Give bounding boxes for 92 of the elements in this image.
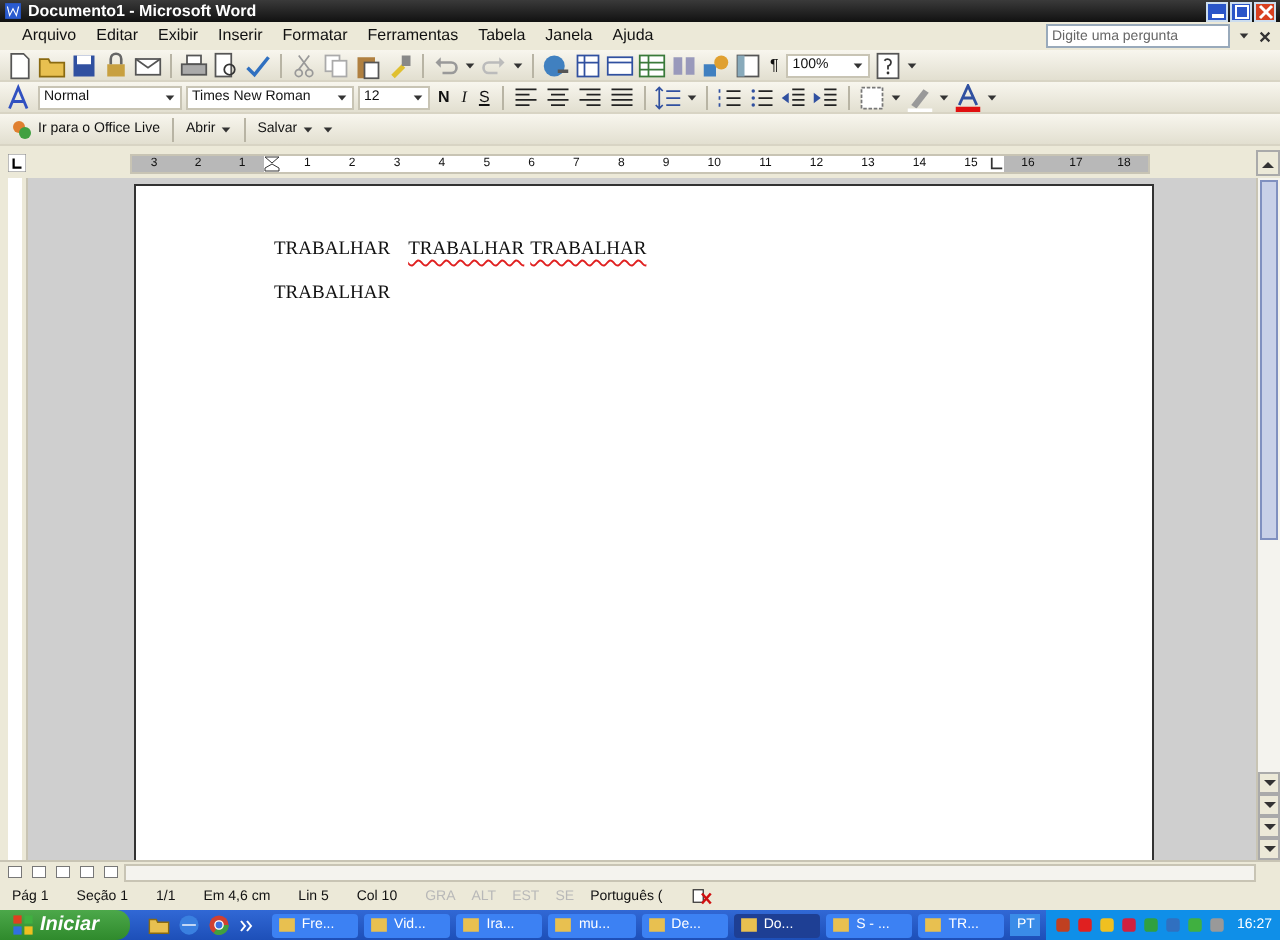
menu-item[interactable]: Ajuda (602, 24, 664, 48)
table-borders-icon[interactable] (574, 51, 602, 79)
menu-item[interactable]: Inserir (208, 24, 273, 48)
printer-icon[interactable] (180, 51, 208, 79)
close-button[interactable] (1254, 1, 1276, 21)
menu-item[interactable]: Formatar (272, 24, 358, 48)
styles-icon[interactable] (6, 83, 34, 111)
office-live-icon (10, 117, 34, 141)
menu-item[interactable]: Janela (535, 24, 603, 48)
minimize-button[interactable] (1206, 1, 1228, 21)
caret-icon[interactable] (937, 91, 950, 103)
caret-icon[interactable] (1238, 30, 1250, 42)
indent-marker-icon[interactable] (264, 151, 280, 175)
shapes-icon[interactable] (702, 51, 730, 79)
next-page-button[interactable] (1258, 838, 1280, 860)
scroll-thumb[interactable] (1260, 180, 1278, 540)
menu-item[interactable]: Editar (86, 24, 149, 48)
document-icon (4, 2, 22, 20)
previous-page-button[interactable] (1258, 794, 1280, 816)
window-icon (370, 916, 389, 934)
align-left-icon[interactable] (511, 83, 540, 111)
spelling-status-icon[interactable] (690, 886, 715, 906)
scissors-icon[interactable] (290, 51, 318, 79)
tab-selector-icon[interactable] (8, 154, 26, 172)
spreadsheet-icon[interactable] (638, 51, 666, 79)
spelling-check-icon[interactable] (244, 51, 272, 79)
border-icon[interactable] (857, 83, 886, 111)
vertical-scrollbar[interactable] (1256, 178, 1280, 860)
window-icon (832, 916, 851, 934)
menu-item[interactable]: Tabela (468, 24, 536, 48)
caret-icon[interactable] (906, 59, 919, 71)
underline-button[interactable]: S (474, 85, 494, 109)
numbered-list-icon[interactable] (715, 83, 744, 111)
lock-icon[interactable] (102, 51, 130, 79)
table-icon[interactable] (606, 51, 634, 79)
line-spacing-icon[interactable] (653, 83, 682, 111)
caret-icon[interactable] (464, 59, 476, 71)
caret-icon[interactable] (685, 91, 698, 103)
justify-icon[interactable] (607, 83, 636, 111)
caret-icon[interactable] (889, 91, 902, 103)
window-icon (462, 916, 481, 934)
indent-icon[interactable] (811, 83, 840, 111)
document-map-icon[interactable] (734, 51, 762, 79)
minimize-icon (1211, 13, 1223, 17)
show-formatting-button[interactable]: ¶ (766, 53, 783, 77)
windows-logo-icon (12, 914, 34, 936)
caret-icon[interactable] (512, 59, 524, 71)
align-right-icon[interactable] (575, 83, 604, 111)
maximize-icon (1233, 3, 1249, 19)
window-icon (924, 916, 943, 934)
font-color-icon[interactable] (953, 83, 982, 111)
caret-icon[interactable] (219, 123, 232, 135)
window-title: Documento1 - Microsoft Word (28, 1, 257, 21)
bold-button[interactable]: N (434, 85, 454, 109)
menu-item[interactable]: Arquivo (12, 24, 87, 48)
caret-icon[interactable] (412, 91, 424, 103)
scroll-down-button[interactable] (1258, 772, 1280, 794)
globe-link-icon[interactable] (542, 51, 570, 79)
window-icon (739, 916, 758, 934)
clipboard-icon[interactable] (354, 51, 382, 79)
caret-icon[interactable] (164, 91, 176, 103)
up-arrow-icon (1262, 159, 1274, 167)
caret-icon[interactable] (985, 91, 998, 103)
window-icon (277, 916, 296, 934)
start-button[interactable]: Iniciar (0, 910, 130, 940)
browser-icon[interactable] (177, 914, 200, 936)
caret-icon[interactable] (336, 91, 348, 103)
misspelled-word: TRABALHAR (530, 238, 647, 264)
window-icon (647, 916, 666, 934)
document-text: TRABALHAR (274, 238, 391, 264)
window-icon (554, 916, 573, 934)
outdent-icon[interactable] (779, 83, 808, 111)
horizontal-scrollbar[interactable] (124, 863, 1256, 881)
menu-item[interactable]: Ferramentas (357, 24, 469, 48)
scroll-up-button[interactable] (1256, 150, 1280, 176)
close-icon[interactable] (1258, 29, 1272, 43)
chevron-icon[interactable] (237, 917, 254, 933)
bulleted-list-icon[interactable] (747, 83, 776, 111)
help-icon[interactable] (874, 51, 903, 79)
tab-stop-icon[interactable] (990, 154, 1004, 172)
caret-icon[interactable] (852, 59, 865, 71)
align-center-icon[interactable] (543, 83, 572, 111)
italic-button[interactable]: I (457, 85, 471, 109)
select-browse-object-button[interactable] (1258, 816, 1280, 838)
maximize-button[interactable] (1230, 1, 1252, 21)
close-icon (1257, 3, 1273, 19)
folder-icon[interactable] (147, 914, 170, 936)
paintbrush-icon[interactable] (386, 51, 414, 79)
document-text: TRABALHAR (274, 282, 391, 308)
misspelled-word: TRABALHAR (408, 238, 525, 264)
menu-item[interactable]: Exibir (148, 24, 209, 48)
print-preview-icon[interactable] (212, 51, 240, 79)
